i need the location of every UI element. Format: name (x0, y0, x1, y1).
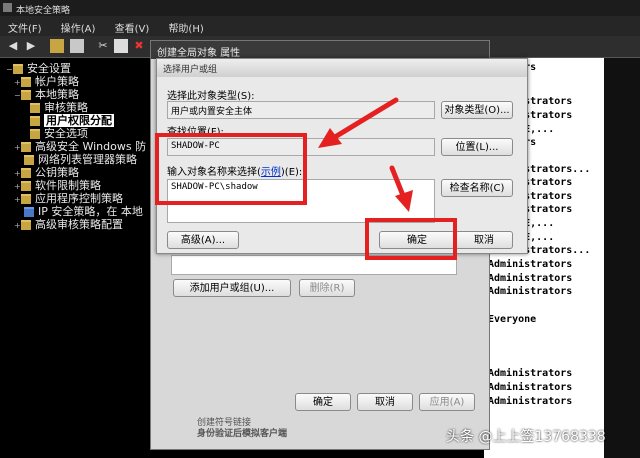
annotation-arrows (318, 97, 413, 212)
watermark: 头条 @上上签13768338 (446, 429, 606, 445)
arrow-icon (389, 165, 413, 212)
arrow-icon (318, 97, 399, 148)
